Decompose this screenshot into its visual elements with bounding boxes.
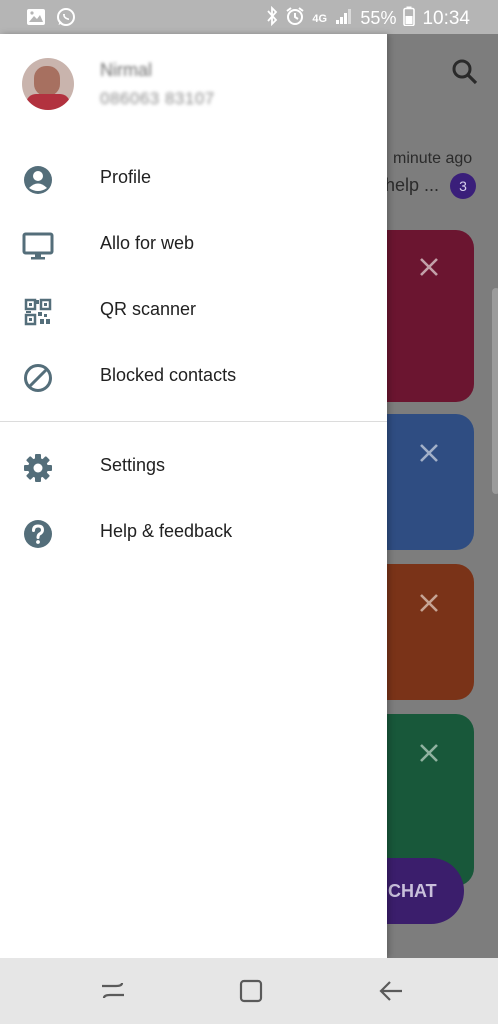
- close-icon[interactable]: [418, 592, 440, 614]
- close-icon[interactable]: [418, 442, 440, 464]
- edge-panel-handle[interactable]: [492, 288, 498, 494]
- account-name: Nirmal: [100, 60, 152, 80]
- menu-item-label: Allo for web: [100, 233, 195, 253]
- clock: 10:34: [422, 7, 470, 29]
- unread-badge: 3: [450, 173, 476, 199]
- menu-item-allo-for-web[interactable]: Allo for web: [0, 216, 387, 272]
- menu-item-help-feedback[interactable]: Help & feedback: [0, 504, 387, 560]
- signal-icon: [335, 7, 353, 30]
- menu-item-label: Blocked contacts: [100, 365, 237, 385]
- conversation-preview: help ...: [385, 175, 440, 195]
- status-bar: 4G 55% 10:34: [0, 0, 498, 34]
- help-icon: [22, 518, 54, 550]
- search-icon[interactable]: [451, 58, 479, 91]
- menu-item-label: Settings: [100, 455, 166, 475]
- menu-item-settings[interactable]: Settings: [0, 438, 387, 494]
- recents-button[interactable]: [98, 976, 128, 1006]
- block-icon: [22, 362, 54, 394]
- gear-icon: [22, 452, 54, 484]
- qr-code-icon: [22, 296, 54, 328]
- menu-item-label: QR scanner: [100, 299, 197, 319]
- gallery-icon: [26, 7, 46, 32]
- close-icon[interactable]: [418, 742, 440, 764]
- menu-divider: [0, 421, 387, 422]
- back-button[interactable]: [376, 976, 406, 1006]
- battery-icon: [403, 6, 416, 31]
- avatar[interactable]: [22, 58, 74, 110]
- menu-item-qr-scanner[interactable]: QR scanner: [0, 282, 387, 338]
- account-circle-icon: [22, 164, 54, 196]
- whatsapp-icon: [56, 7, 76, 32]
- account-phone: 086063 83107: [100, 89, 215, 108]
- menu-item-blocked-contacts[interactable]: Blocked contacts: [0, 348, 387, 404]
- 4g-icon: 4G: [312, 12, 328, 25]
- close-icon[interactable]: [418, 256, 440, 278]
- monitor-icon: [22, 230, 54, 262]
- conversation-time: minute ago: [393, 150, 473, 167]
- menu-item-label: Profile: [100, 167, 152, 187]
- system-nav-bar: [0, 958, 498, 1024]
- battery-percent: 55%: [360, 8, 397, 28]
- home-button[interactable]: [236, 976, 266, 1006]
- alarm-icon: [285, 6, 305, 31]
- menu-item-profile[interactable]: Profile: [0, 150, 387, 206]
- bluetooth-icon: [266, 5, 278, 31]
- navigation-drawer: Nirmal 086063 83107 Profile Allo for web…: [0, 34, 387, 958]
- menu-item-label: Help & feedback: [100, 521, 233, 541]
